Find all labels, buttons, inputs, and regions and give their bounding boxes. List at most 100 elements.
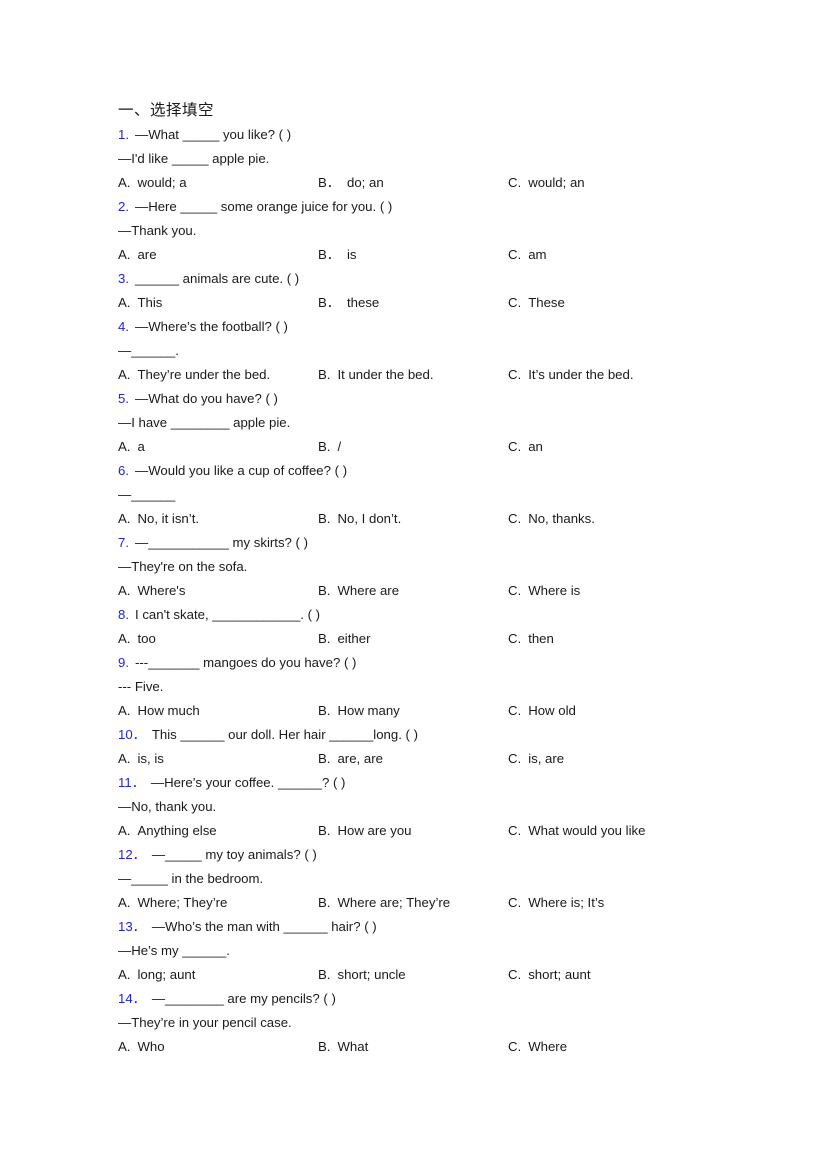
option-c-letter: C. (508, 439, 522, 454)
question-stem-text: —___________ my skirts? ( ) (135, 535, 308, 550)
question-stem-second-text: —They’re in your pencil case. (118, 1015, 292, 1030)
worksheet-content: 一、选择填空 1. —What _____ you like? ( ) —I'd l… (118, 99, 778, 1059)
option-row: A. a B. / C. an (118, 435, 778, 459)
option-a[interactable]: A. are (118, 243, 157, 267)
option-c[interactable]: C. These (508, 291, 565, 315)
question-block: 10． This ______ our doll. Her hair ______… (118, 723, 778, 771)
option-b[interactable]: B. / (318, 435, 341, 459)
option-a-text: Where; They’re (137, 895, 228, 910)
option-a-text: too (137, 631, 156, 646)
option-c-text: would; an (528, 175, 585, 190)
option-b[interactable]: B. No, I don’t. (318, 507, 401, 531)
question-number: 13． (118, 919, 146, 934)
option-a[interactable]: A. long; aunt (118, 963, 195, 987)
option-b-letter: B. (318, 367, 331, 382)
question-stem-text: —What do you have? ( ) (135, 391, 278, 406)
option-c-text: Where (528, 1039, 568, 1054)
option-c[interactable]: C. What would you like (508, 819, 645, 843)
option-a[interactable]: A. This (118, 291, 162, 315)
option-a[interactable]: A. a (118, 435, 145, 459)
question-block: 5. —What do you have? ( ) —I have ________… (118, 387, 778, 459)
option-a-letter: A. (118, 631, 131, 646)
option-b[interactable]: B. Where are (318, 579, 399, 603)
option-a[interactable]: A. How much (118, 699, 200, 723)
option-a[interactable]: A. Where; They’re (118, 891, 227, 915)
option-b[interactable]: B. either (318, 627, 370, 651)
option-a-letter: A. (118, 247, 131, 262)
option-c-letter: C. (508, 175, 522, 190)
option-a-text: No, it isn’t. (137, 511, 200, 526)
option-c-text: No, thanks. (528, 511, 595, 526)
option-c[interactable]: C. am (508, 243, 547, 267)
question-stem: 1. —What _____ you like? ( ) (118, 123, 778, 147)
option-b[interactable]: B. Where are; They’re (318, 891, 450, 915)
question-stem: 12． —_____ my toy animals? ( ) (118, 843, 778, 867)
question-stem-second-line: —I'd like _____ apple pie. (118, 147, 778, 171)
question-block: 6. —Would you like a cup of coffee? ( ) —_… (118, 459, 778, 531)
option-b[interactable]: B. are, are (318, 747, 383, 771)
question-block: 9. ---_______ mangoes do you have? ( ) ---… (118, 651, 778, 723)
question-stem: 7. —___________ my skirts? ( ) (118, 531, 778, 555)
option-a-letter: A. (118, 439, 131, 454)
option-a[interactable]: A. Who (118, 1035, 165, 1059)
option-a[interactable]: A. Anything else (118, 819, 217, 843)
question-stem-text: ______ animals are cute. ( ) (135, 271, 300, 286)
option-b-text: these (346, 295, 380, 310)
option-c[interactable]: C. Where is; It’s (508, 891, 604, 915)
question-block: 8. I can't skate, ____________. ( ) A. too B… (118, 603, 778, 651)
option-row: A. How much B. How many C. How old (118, 699, 778, 723)
option-b[interactable]: B. It under the bed. (318, 363, 434, 387)
question-block: 14． —________ are my pencils? ( ) —They’re… (118, 987, 778, 1059)
question-stem-second-line: —______. (118, 339, 778, 363)
option-c[interactable]: C. would; an (508, 171, 585, 195)
option-b[interactable]: B． is (318, 243, 357, 267)
question-stem-second-line: —They're on the sofa. (118, 555, 778, 579)
option-b[interactable]: B. short; uncle (318, 963, 406, 987)
option-a[interactable]: A. They’re under the bed. (118, 363, 270, 387)
option-b[interactable]: B. How many (318, 699, 400, 723)
option-a-text: Where's (137, 583, 186, 598)
option-c-text: is, are (528, 751, 565, 766)
option-c[interactable]: C. short; aunt (508, 963, 591, 987)
option-b-text: is (346, 247, 357, 262)
option-a[interactable]: A. is, is (118, 747, 164, 771)
option-b-text: are, are (337, 751, 383, 766)
option-c[interactable]: C. an (508, 435, 543, 459)
option-c[interactable]: C. How old (508, 699, 576, 723)
option-row: A. would; a B． do; an C. would; an (118, 171, 778, 195)
option-b[interactable]: B. What (318, 1035, 368, 1059)
option-a-letter: A. (118, 295, 131, 310)
option-c[interactable]: C. Where is (508, 579, 580, 603)
option-a-text: a (137, 439, 145, 454)
option-c-letter: C. (508, 583, 522, 598)
option-c-letter: C. (508, 1039, 522, 1054)
option-b-letter: B． (318, 247, 340, 262)
question-stem-second-text: —______ (118, 487, 176, 502)
option-b[interactable]: B. How are you (318, 819, 412, 843)
option-c-text: short; aunt (528, 967, 591, 982)
option-a[interactable]: A. would; a (118, 171, 187, 195)
question-number: 4. (118, 319, 129, 334)
option-b-text: do; an (346, 175, 384, 190)
question-stem-second-text: —I have ________ apple pie. (118, 415, 291, 430)
option-c[interactable]: C. Where (508, 1035, 567, 1059)
option-a[interactable]: A. too (118, 627, 156, 651)
option-b-letter: B. (318, 1039, 331, 1054)
option-b-letter: B. (318, 823, 331, 838)
option-row: A. This B． these C. These (118, 291, 778, 315)
question-number: 7. (118, 535, 129, 550)
question-stem-second-text: --- Five. (118, 679, 164, 694)
option-c[interactable]: C. No, thanks. (508, 507, 595, 531)
option-a[interactable]: A. Where's (118, 579, 185, 603)
question-stem-second-text: —They're on the sofa. (118, 559, 248, 574)
option-b-text: / (337, 439, 342, 454)
option-b[interactable]: B． these (318, 291, 379, 315)
question-block: 12． —_____ my toy animals? ( ) —_____ in t… (118, 843, 778, 915)
option-a[interactable]: A. No, it isn’t. (118, 507, 199, 531)
option-c[interactable]: C. then (508, 627, 554, 651)
option-c[interactable]: C. is, are (508, 747, 564, 771)
question-block: 3. ______ animals are cute. ( ) A. This B． th… (118, 267, 778, 315)
question-stem-text: I can't skate, ____________. ( ) (135, 607, 321, 622)
option-c[interactable]: C. It’s under the bed. (508, 363, 634, 387)
option-b[interactable]: B． do; an (318, 171, 384, 195)
